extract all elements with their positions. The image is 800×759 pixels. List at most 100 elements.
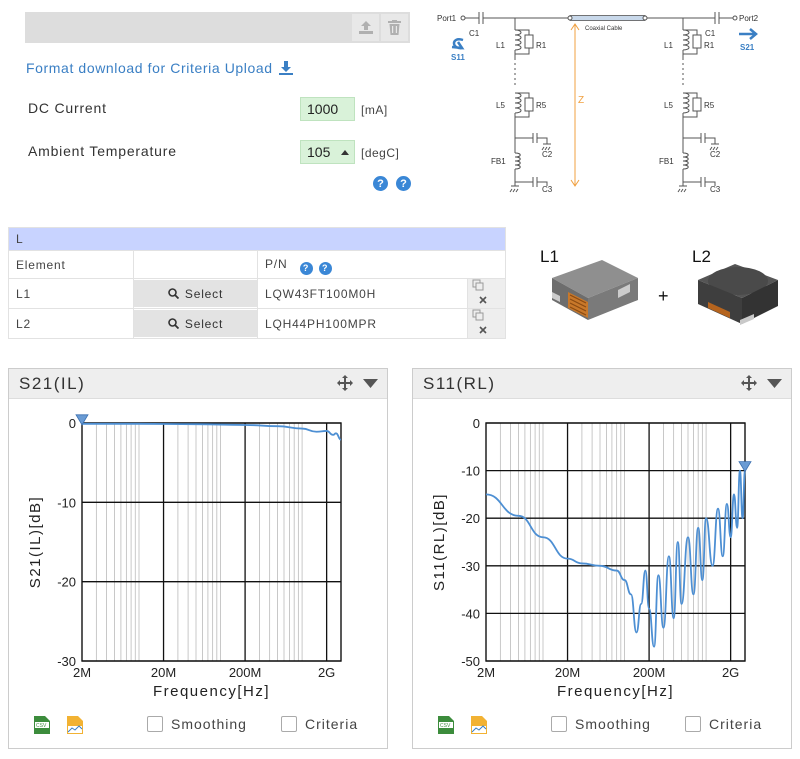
- x-axis-label: Frequency[Hz]: [557, 683, 674, 700]
- y-tick-label: -10: [461, 464, 480, 479]
- copy-icon[interactable]: [472, 279, 484, 291]
- svg-text:CSV: CSV: [36, 723, 47, 729]
- s11-title: S11(RL): [423, 373, 496, 393]
- s21-chart: 0-10-20-302M 20M 200M 2GFrequency[Hz]S21(IL…: [27, 414, 342, 700]
- image-export-icon[interactable]: [67, 716, 83, 734]
- parts-illustration: L1 L2 +: [540, 247, 778, 325]
- table-group-header: L: [8, 227, 506, 251]
- plus-sign: +: [658, 286, 669, 306]
- x-tick-label: 2M: [73, 665, 91, 680]
- circuit-diagram: Port1 Port2 Coaxial Cable Z C1 C1 L1 L1 R1…: [437, 12, 759, 193]
- svg-text:C3: C3: [710, 185, 721, 193]
- y-axis-label: S21(IL)[dB]: [27, 496, 44, 588]
- y-tick-label: -30: [461, 559, 480, 574]
- svg-text:FB1: FB1: [491, 157, 506, 166]
- port1-label: Port1: [437, 14, 457, 23]
- reflect-arrow-icon: [451, 38, 465, 50]
- upload-icon: [358, 21, 373, 34]
- svg-text:CSV: CSV: [440, 723, 451, 729]
- move-icon[interactable]: [337, 375, 353, 391]
- y-tick-label: 0: [69, 416, 76, 431]
- x-tick-label: 20M: [555, 665, 580, 680]
- criteria-checkbox[interactable]: Criteria: [685, 716, 762, 732]
- part-number: LQW43FT100M0H: [257, 278, 468, 309]
- svg-text:R5: R5: [536, 101, 547, 110]
- svg-text:C2: C2: [710, 150, 721, 159]
- dc-current-unit: [mA]: [361, 103, 388, 117]
- format-download-label: Format download for Criteria Upload: [26, 60, 273, 76]
- smoothing-checkbox[interactable]: Smoothing: [551, 716, 651, 732]
- port2-label: Port2: [739, 14, 759, 23]
- z-label: Z: [578, 95, 584, 106]
- help-icon[interactable]: ?: [373, 176, 388, 191]
- l1-component-image: [552, 260, 638, 320]
- x-tick-label: 2G: [318, 665, 335, 680]
- svg-text:L5: L5: [496, 101, 505, 110]
- remove-icon[interactable]: [478, 325, 488, 335]
- select-button[interactable]: Select: [134, 280, 257, 307]
- smoothing-checkbox[interactable]: Smoothing: [147, 716, 247, 732]
- file-upload-bar[interactable]: [25, 12, 410, 43]
- svg-text:C1: C1: [705, 29, 716, 38]
- help-icon[interactable]: ?: [396, 176, 411, 191]
- svg-text:C3: C3: [542, 185, 553, 193]
- csv-export-icon[interactable]: CSV: [34, 716, 50, 734]
- x-tick-label: 2G: [722, 665, 739, 680]
- cable-label: Coaxial Cable: [585, 26, 623, 32]
- svg-text:C1: C1: [469, 29, 480, 38]
- s11-label: S11: [451, 53, 465, 62]
- s21-label: S21: [740, 43, 755, 52]
- part-number: LQH44PH100MPR: [257, 308, 468, 339]
- x-tick-label: 20M: [151, 665, 176, 680]
- svg-text:R5: R5: [704, 101, 715, 110]
- upload-button[interactable]: [352, 14, 379, 41]
- x-tick-label: 200M: [229, 665, 262, 680]
- element-table: L Element P/N ? ? L1 Select LQW43FT100M0…: [8, 227, 506, 339]
- select-button[interactable]: Select: [134, 310, 257, 337]
- image-export-icon[interactable]: [471, 716, 487, 734]
- csv-export-icon[interactable]: CSV: [438, 716, 454, 734]
- y-tick-label: -10: [57, 495, 76, 510]
- svg-text:L5: L5: [664, 101, 673, 110]
- y-tick-label: -20: [461, 511, 480, 526]
- y-tick-label: -20: [57, 575, 76, 590]
- delete-button[interactable]: [381, 14, 408, 41]
- ambient-temp-unit: [degC]: [361, 146, 400, 160]
- svg-text:L1: L1: [664, 41, 673, 50]
- remove-icon[interactable]: [478, 295, 488, 305]
- download-icon: [278, 61, 293, 75]
- help-icon[interactable]: ?: [299, 261, 313, 275]
- chevron-down-icon[interactable]: [363, 378, 378, 388]
- x-axis-label: Frequency[Hz]: [153, 683, 270, 700]
- help-icon[interactable]: ?: [318, 261, 332, 275]
- table-row: L1 Select LQW43FT100M0H: [8, 278, 506, 309]
- ambient-temp-label: Ambient Temperature: [28, 143, 177, 159]
- ambient-temp-value: 105: [307, 144, 331, 160]
- caret-up-icon: [341, 150, 349, 155]
- format-download-link[interactable]: Format download for Criteria Upload: [26, 60, 293, 76]
- part-l1-label: L1: [540, 247, 559, 266]
- svg-text:R1: R1: [704, 41, 715, 50]
- move-icon[interactable]: [741, 375, 757, 391]
- x-tick-label: 2M: [477, 665, 495, 680]
- svg-text:FB1: FB1: [659, 157, 674, 166]
- y-axis-label: S11(RL)[dB]: [431, 493, 448, 591]
- y-tick-label: -40: [461, 606, 480, 621]
- search-icon: [168, 318, 179, 329]
- through-arrow-icon: [739, 28, 758, 40]
- svg-text:C2: C2: [542, 150, 553, 159]
- l2-component-image: [698, 264, 778, 325]
- copy-icon[interactable]: [472, 309, 484, 321]
- dc-current-input[interactable]: 1000: [300, 97, 355, 121]
- svg-text:L1: L1: [496, 41, 505, 50]
- chevron-down-icon[interactable]: [767, 378, 782, 388]
- s11-panel: S11(RL) 0 -10 -20 -30 -40 -50 2M 20M 200M 2G Frequ…: [412, 368, 792, 749]
- pn-col-header: P/N ? ?: [257, 250, 506, 279]
- s21-panel-header: S21(IL): [9, 369, 387, 399]
- element-name: L1: [8, 278, 134, 309]
- s11-panel-header: S11(RL): [413, 369, 791, 399]
- ambient-temp-select[interactable]: 105: [300, 140, 355, 164]
- table-row: L2 Select LQH44PH100MPR: [8, 308, 506, 339]
- criteria-checkbox[interactable]: Criteria: [281, 716, 358, 732]
- svg-text:R1: R1: [536, 41, 547, 50]
